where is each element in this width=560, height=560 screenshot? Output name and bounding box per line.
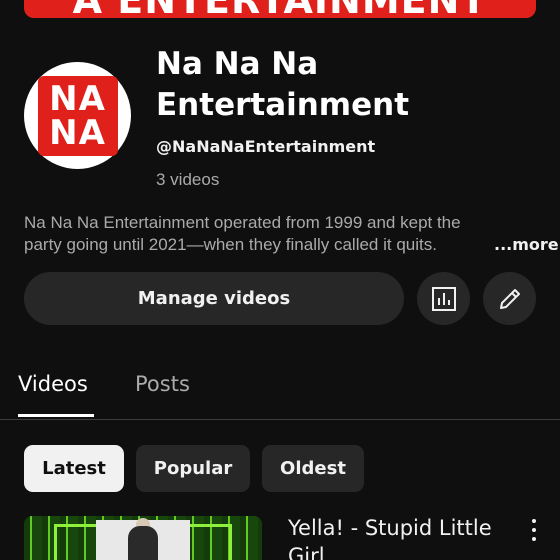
channel-handle: @NaNaNaEntertainment: [156, 137, 376, 156]
kebab-dot: [532, 519, 536, 523]
avatar-logo-line2: NA: [49, 112, 106, 153]
filter-chip-popular[interactable]: Popular: [136, 445, 250, 492]
channel-avatar[interactable]: NA NA: [24, 62, 131, 169]
video-thumbnail[interactable]: [24, 516, 262, 560]
channel-name: Na Na Na Entertainment: [156, 46, 410, 123]
analytics-icon: [431, 286, 456, 311]
filter-chip-oldest[interactable]: Oldest: [262, 445, 364, 492]
description-line-1: Na Na Na Entertainment operated from 199…: [24, 213, 461, 232]
tabs-divider: [0, 419, 560, 420]
banner-text: A ENTERTAINMENT: [24, 0, 536, 18]
more-options-icon[interactable]: [528, 517, 540, 543]
description-line-2: party going until 2021—when they finally…: [24, 235, 437, 254]
tab-selected-indicator: [18, 414, 94, 417]
more-link[interactable]: ...more: [492, 234, 559, 256]
channel-banner: A ENTERTAINMENT: [24, 0, 536, 18]
pencil-icon: [499, 288, 520, 309]
tab-posts[interactable]: Posts: [135, 372, 190, 396]
video-title[interactable]: Yella! - Stupid Little Girl: [288, 514, 508, 560]
kebab-dot: [532, 537, 536, 541]
channel-description[interactable]: Na Na Na Entertainment operated from 199…: [24, 212, 559, 256]
avatar-logo-line1: NA: [49, 78, 106, 119]
avatar-logo: NA NA: [37, 75, 118, 156]
manage-videos-button[interactable]: Manage videos: [24, 272, 404, 325]
filter-chip-latest[interactable]: Latest: [24, 445, 124, 492]
tab-videos[interactable]: Videos: [18, 372, 88, 396]
kebab-dot: [532, 528, 536, 532]
thumbnail-figure: [128, 526, 158, 560]
edit-channel-button[interactable]: [483, 272, 536, 325]
analytics-button[interactable]: [417, 272, 470, 325]
video-count: 3 videos: [156, 170, 220, 189]
